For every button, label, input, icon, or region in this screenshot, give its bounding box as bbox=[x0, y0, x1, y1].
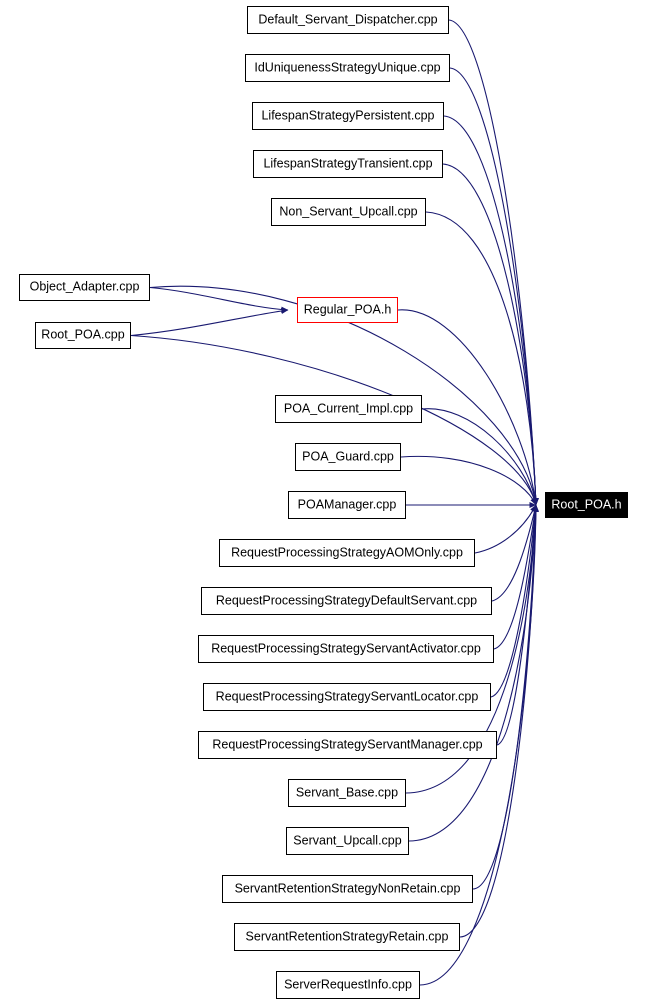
graph-node[interactable]: RequestProcessingStrategyDefaultServant.… bbox=[201, 587, 492, 615]
graph-edge bbox=[130, 307, 289, 337]
graph-node[interactable]: Root_POA.cpp bbox=[35, 322, 131, 349]
graph-node-current[interactable]: Root_POA.h bbox=[545, 492, 628, 518]
graph-node[interactable]: RequestProcessingStrategyAOMOnly.cpp bbox=[219, 539, 475, 567]
graph-node-label: POA_Current_Impl.cpp bbox=[283, 401, 414, 416]
graph-edge bbox=[448, 19, 539, 506]
graph-node-label: Regular_POA.h bbox=[303, 302, 392, 317]
graph-node-label: POA_Guard.cpp bbox=[302, 449, 394, 464]
graph-node[interactable]: LifespanStrategyTransient.cpp bbox=[253, 150, 443, 178]
graph-edge bbox=[149, 286, 289, 313]
graph-node-label: RequestProcessingStrategyServantManager.… bbox=[212, 737, 483, 752]
graph-node[interactable]: ServantRetentionStrategyNonRetain.cpp bbox=[222, 875, 473, 903]
graph-node[interactable]: Servant_Upcall.cpp bbox=[286, 827, 409, 855]
graph-node[interactable]: LifespanStrategyPersistent.cpp bbox=[252, 102, 444, 130]
graph-node[interactable]: ServerRequestInfo.cpp bbox=[276, 971, 420, 999]
graph-node-label: RequestProcessingStrategyDefaultServant.… bbox=[215, 593, 478, 608]
graph-node-label: LifespanStrategyPersistent.cpp bbox=[261, 108, 435, 123]
graph-node[interactable]: Default_Servant_Dispatcher.cpp bbox=[247, 6, 449, 34]
graph-edge bbox=[449, 67, 539, 506]
dependency-graph: Default_Servant_Dispatcher.cpp IdUniquene… bbox=[0, 0, 646, 1004]
graph-node-label: ServantRetentionStrategyRetain.cpp bbox=[245, 929, 449, 944]
graph-node-label: Object_Adapter.cpp bbox=[29, 279, 140, 294]
graph-node[interactable]: POA_Guard.cpp bbox=[295, 443, 401, 471]
graph-node-label: Servant_Base.cpp bbox=[295, 785, 399, 800]
graph-node[interactable]: IdUniquenessStrategyUnique.cpp bbox=[245, 54, 450, 82]
graph-node[interactable]: Regular_POA.h bbox=[297, 297, 398, 323]
graph-node[interactable]: Servant_Base.cpp bbox=[288, 779, 406, 807]
graph-node-label: RequestProcessingStrategyServantActivato… bbox=[211, 641, 481, 656]
graph-node-label: ServerRequestInfo.cpp bbox=[284, 977, 412, 992]
graph-node[interactable]: ServantRetentionStrategyRetain.cpp bbox=[234, 923, 460, 951]
graph-edge bbox=[474, 504, 537, 554]
graph-node[interactable]: POAManager.cpp bbox=[288, 491, 406, 519]
graph-node-label: Non_Servant_Upcall.cpp bbox=[279, 204, 418, 219]
graph-node-label: IdUniquenessStrategyUnique.cpp bbox=[254, 60, 441, 75]
graph-node[interactable]: RequestProcessingStrategyServantActivato… bbox=[198, 635, 494, 663]
graph-node-label: Default_Servant_Dispatcher.cpp bbox=[258, 12, 438, 27]
graph-node-label: RequestProcessingStrategyAOMOnly.cpp bbox=[231, 545, 463, 560]
graph-node-label: ServantRetentionStrategyNonRetain.cpp bbox=[234, 881, 461, 896]
graph-node-label: Root_POA.h bbox=[551, 497, 622, 512]
graph-node-label: Servant_Upcall.cpp bbox=[293, 833, 402, 848]
graph-edge bbox=[459, 504, 539, 938]
graph-node[interactable]: RequestProcessingStrategyServantManager.… bbox=[198, 731, 497, 759]
graph-node-label: Root_POA.cpp bbox=[41, 327, 125, 342]
graph-node[interactable]: RequestProcessingStrategyServantLocator.… bbox=[203, 683, 491, 711]
graph-node[interactable]: POA_Current_Impl.cpp bbox=[275, 395, 422, 423]
graph-node[interactable]: Non_Servant_Upcall.cpp bbox=[271, 198, 426, 226]
graph-node-label: RequestProcessingStrategyServantLocator.… bbox=[215, 689, 479, 704]
graph-node-label: LifespanStrategyTransient.cpp bbox=[263, 156, 433, 171]
graph-node-label: POAManager.cpp bbox=[297, 497, 397, 512]
graph-node[interactable]: Object_Adapter.cpp bbox=[19, 274, 150, 301]
graph-edge bbox=[425, 211, 539, 506]
